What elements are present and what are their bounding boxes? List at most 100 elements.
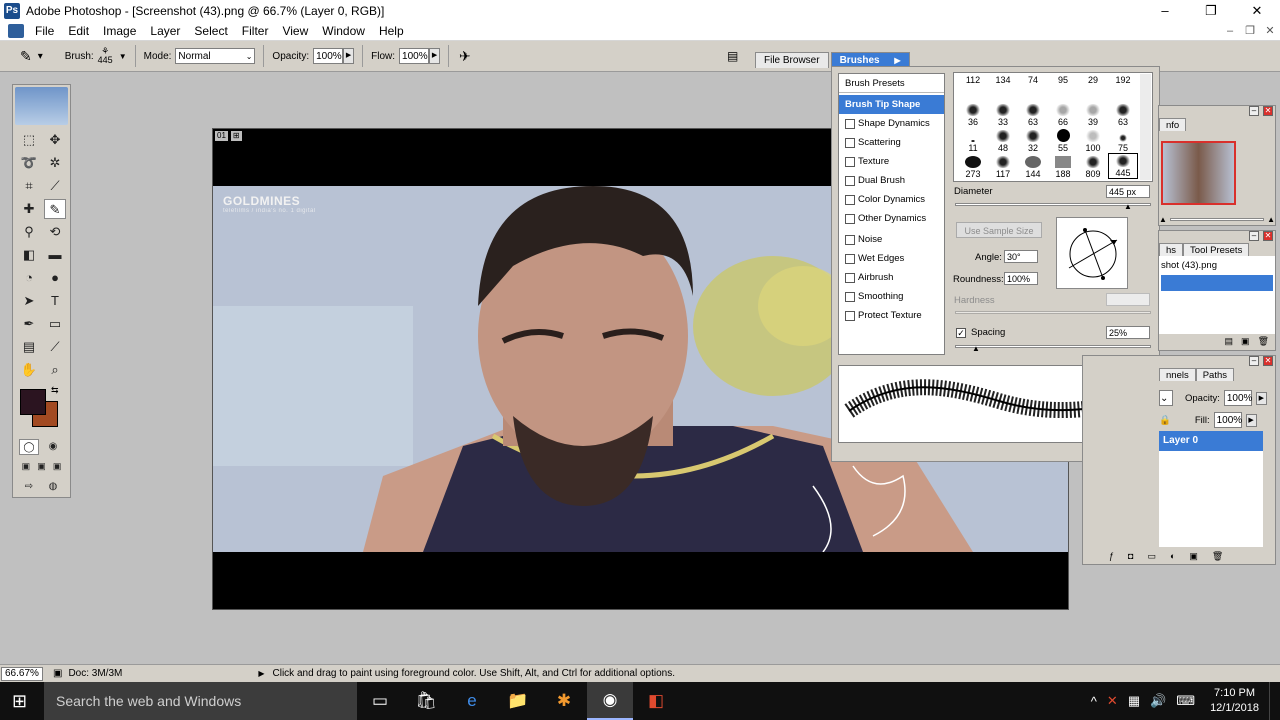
angle-roundness-widget[interactable] <box>1056 217 1128 289</box>
jump-to-imageready-icon[interactable]: ⇨ <box>19 479 39 495</box>
trash-icon[interactable]: 🗑 <box>1258 336 1269 347</box>
checkbox[interactable] <box>845 310 855 321</box>
blur-tool-icon[interactable]: ◔ <box>18 268 40 288</box>
restore-button[interactable]: ❐ <box>1188 0 1234 22</box>
minimize-button[interactable]: – <box>1142 0 1188 22</box>
brush-tip[interactable]: 809 <box>1078 153 1108 179</box>
checkbox[interactable] <box>845 213 855 224</box>
rectangle-tool-icon[interactable]: ▭ <box>44 314 66 334</box>
wet-edges-item[interactable]: Wet Edges <box>839 249 944 268</box>
show-desktop-button[interactable] <box>1269 682 1280 720</box>
imageready-icon[interactable]: ◍ <box>43 479 63 495</box>
snapshot-icon[interactable]: ▣ <box>1241 336 1250 347</box>
tab-history[interactable]: hs <box>1159 243 1184 256</box>
spacing-slider[interactable] <box>955 345 1151 348</box>
blend-mode-select[interactable]: ⌄ <box>1159 390 1173 406</box>
screen-mode-standard-icon[interactable]: ▣ <box>19 459 33 473</box>
chevron-up-icon[interactable]: ^ <box>1086 694 1102 709</box>
layer-mask-icon[interactable]: ◘ <box>1128 551 1133 562</box>
brush-picker-arrow[interactable]: ▼ <box>119 52 127 61</box>
lock-icon[interactable]: 🔒 <box>1159 415 1171 426</box>
brush-tip[interactable]: 36 <box>958 101 988 127</box>
gradient-tool-icon[interactable]: ▬ <box>44 245 66 265</box>
brush-tip[interactable]: 95 <box>1048 75 1078 101</box>
brush-tip[interactable]: 112 <box>958 75 988 101</box>
brush-tip[interactable]: 63 <box>1018 101 1048 127</box>
clock[interactable]: 7:10 PM 12/1/2018 <box>1200 686 1269 716</box>
checkbox[interactable] <box>845 234 855 245</box>
flow-slider-arrow[interactable]: ▶ <box>429 48 441 64</box>
diameter-slider-thumb[interactable]: ▲ <box>1124 202 1132 211</box>
tab-info[interactable]: nfo <box>1159 118 1187 131</box>
other-dynamics-item[interactable]: Other Dynamics <box>839 209 944 228</box>
spacing-slider-thumb[interactable]: ▲ <box>972 344 980 353</box>
zoom-out-icon[interactable]: ▲ <box>1159 215 1167 224</box>
brush-tip[interactable]: 74 <box>1018 75 1048 101</box>
airbrush-icon[interactable]: ✈ <box>459 48 471 65</box>
app-icon-orange[interactable]: ✱ <box>541 682 587 720</box>
doc-close-button[interactable]: ✕ <box>1260 22 1280 41</box>
scattering-item[interactable]: Scattering <box>839 133 944 152</box>
checkbox[interactable] <box>845 291 855 302</box>
app-icon-red[interactable]: ◧ <box>633 682 679 720</box>
screen-mode-full-icon[interactable]: ▣ <box>50 459 64 473</box>
slice-tool-icon[interactable]: ⟋ <box>44 176 66 196</box>
trash-icon[interactable]: 🗑 <box>1212 551 1223 562</box>
brush-tip-shape-item[interactable]: Brush Tip Shape <box>839 95 944 114</box>
new-set-icon[interactable]: ▭ <box>1147 551 1156 562</box>
spacing-field[interactable]: 25% <box>1106 326 1150 339</box>
protect-texture-item[interactable]: Protect Texture <box>839 306 944 325</box>
checkbox[interactable] <box>845 175 855 186</box>
dodge-tool-icon[interactable]: ● <box>44 268 66 288</box>
brush-grid-scrollbar[interactable] <box>1140 74 1151 180</box>
menu-file[interactable]: File <box>28 24 61 38</box>
brush-tip[interactable]: 11 <box>958 127 988 153</box>
move-tool-icon[interactable]: ✥ <box>44 130 66 150</box>
crop-tool-icon[interactable]: ⌗ <box>18 176 40 196</box>
brush-tip[interactable]: 33 <box>988 101 1018 127</box>
brush-tip[interactable]: 63 <box>1108 101 1138 127</box>
doc-minimize-button[interactable]: – <box>1220 22 1240 41</box>
brush-tool-icon[interactable]: ✎ <box>44 199 66 219</box>
checkbox[interactable] <box>845 118 855 129</box>
menu-layer[interactable]: Layer <box>143 24 187 38</box>
foreground-color-swatch[interactable] <box>20 389 46 415</box>
brush-tip[interactable]: 29 <box>1078 75 1108 101</box>
volume-icon[interactable]: 🔊 <box>1145 693 1171 709</box>
menu-window[interactable]: Window <box>315 24 372 38</box>
roundness-field[interactable]: 100% <box>1004 272 1038 285</box>
panel-close-button[interactable]: ✕ <box>1263 106 1273 116</box>
menu-help[interactable]: Help <box>372 24 411 38</box>
brush-tip[interactable]: 144 <box>1018 153 1048 179</box>
layers-opacity-arrow[interactable]: ▶ <box>1255 391 1267 405</box>
layer-style-icon[interactable]: ƒ <box>1109 551 1114 562</box>
panel-minimize-button[interactable]: – <box>1249 231 1259 241</box>
angle-field[interactable]: 30° <box>1004 250 1038 263</box>
magic-wand-tool-icon[interactable]: ✲ <box>44 153 66 173</box>
layer-row-selected[interactable]: Layer 0 <box>1159 431 1263 451</box>
brush-tip[interactable]: 273 <box>958 153 988 179</box>
panel-minimize-button[interactable]: – <box>1249 106 1259 116</box>
panel-close-button[interactable]: ✕ <box>1263 356 1273 366</box>
brush-tip[interactable]: 117 <box>988 153 1018 179</box>
zoom-tool-icon[interactable]: ⌕ <box>44 360 66 380</box>
brush-tip[interactable]: 134 <box>988 75 1018 101</box>
brush-tip[interactable]: 48 <box>988 127 1018 153</box>
edge-icon[interactable]: e <box>449 682 495 720</box>
file-explorer-icon[interactable]: 📁 <box>495 682 541 720</box>
flow-field[interactable]: 100% <box>399 48 430 64</box>
screen-mode-menu-icon[interactable]: ▣ <box>35 459 49 473</box>
menu-select[interactable]: Select <box>187 24 234 38</box>
antivirus-icon[interactable]: ✕ <box>1102 693 1123 709</box>
notes-tool-icon[interactable]: ▤ <box>18 337 40 357</box>
network-icon[interactable]: ▦ <box>1123 693 1145 709</box>
spacing-checkbox[interactable]: ✓ <box>956 328 966 338</box>
checkbox[interactable] <box>845 137 855 148</box>
dual-brush-item[interactable]: Dual Brush <box>839 171 944 190</box>
use-sample-size-button[interactable]: Use Sample Size <box>956 222 1042 238</box>
panel-close-button[interactable]: ✕ <box>1263 231 1273 241</box>
close-button[interactable]: ✕ <box>1234 0 1280 22</box>
palette-menu-icon[interactable]: ▤ <box>727 49 738 63</box>
checkbox[interactable] <box>845 194 855 205</box>
taskbar-search[interactable]: Search the web and Windows <box>44 682 357 720</box>
